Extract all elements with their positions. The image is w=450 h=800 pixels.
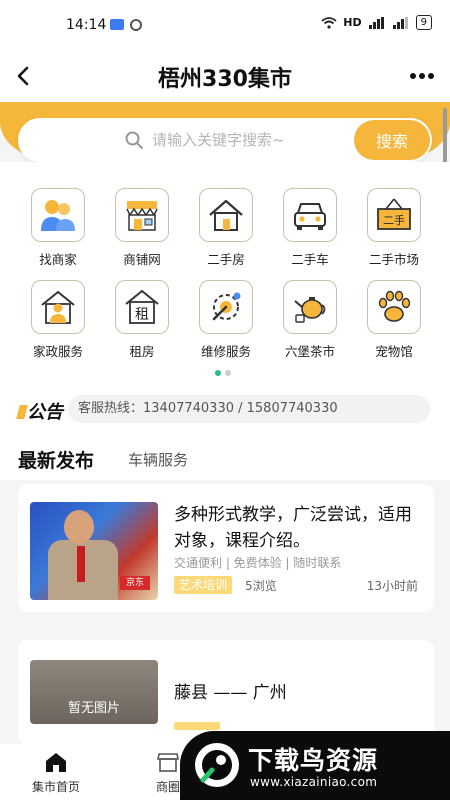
house-icon: [199, 188, 253, 242]
notice-logo: 公告: [16, 398, 63, 424]
listing-title: 多种形式教学，广泛尝试，适用对象，课程介绍。: [174, 505, 412, 551]
car-icon: [283, 188, 337, 242]
category-label: 找商家: [39, 252, 77, 267]
chat-notification-icon: [130, 19, 142, 31]
photo-person-tie: [77, 546, 85, 582]
nav-home-label: 集市首页: [31, 780, 80, 794]
listing-category-badge: [174, 722, 220, 730]
listing-title: 藤县 —— 广州: [174, 683, 287, 703]
category-label: 二手车: [291, 252, 329, 267]
listing-thumbnail: 京东: [30, 502, 158, 600]
wifi-icon: [321, 16, 337, 29]
photo-person-head: [64, 510, 94, 544]
listing-tags: 交通便利 | 免费体验 | 随时联系: [174, 556, 342, 570]
listing-category-badge: 艺术培训: [174, 576, 233, 594]
category-label: 六堡茶市: [284, 344, 335, 359]
search-bar: 搜索: [18, 118, 432, 162]
category-secondhand-market[interactable]: 二手 二手市场: [352, 188, 436, 268]
housekeeper-icon: [31, 280, 85, 334]
listing-tabs: 最新发布 车辆服务: [0, 434, 450, 480]
category-panel: 找商家 商铺网 二手房 二手车 二手 二手市场 家政服务 租 租房 维修服务 六…: [0, 162, 450, 386]
category-label: 二手市场: [368, 252, 419, 267]
no-image-label: 暂无图片: [67, 701, 120, 716]
category-rent[interactable]: 租 租房: [100, 280, 184, 360]
tab-vehicle-services[interactable]: 车辆服务: [128, 449, 188, 470]
listing-time: 13小时前: [366, 579, 418, 593]
network-label: HD: [343, 16, 362, 29]
carousel-indicator: [215, 370, 231, 376]
teapot-icon: [283, 280, 337, 334]
watermark-overlay: 下载鸟资源 www.xiazainiao.com: [180, 731, 450, 800]
photo-badge: 京东: [120, 576, 150, 590]
nav-bar: 梧州330集市: [0, 50, 450, 102]
category-find-merchant[interactable]: 找商家: [16, 188, 100, 268]
app-notification-icon: [110, 19, 124, 30]
category-secondhand-house[interactable]: 二手房: [184, 188, 268, 268]
nav-home[interactable]: 集市首页: [26, 750, 86, 795]
status-notification-icons: [110, 19, 142, 31]
watermark-url: www.xiazainiao.com: [250, 775, 378, 789]
carousel-dot-active[interactable]: [215, 370, 221, 376]
notice-text[interactable]: 客服热线：13407740330 / 15807740330: [68, 395, 430, 423]
secondhand-sign-icon: 二手: [367, 188, 421, 242]
category-label: 二手房: [207, 252, 245, 267]
search-icon: [125, 131, 143, 149]
signal-2-icon: [392, 16, 408, 29]
search-input[interactable]: [152, 128, 352, 152]
watermark-text: 下载鸟资源: [248, 746, 379, 775]
listing-card[interactable]: 暂无图片 藤县 —— 广州: [18, 640, 434, 744]
status-bar: 14:14 HD 9: [0, 0, 450, 50]
page-title: 梧州330集市: [158, 67, 292, 92]
battery-icon: 9: [415, 15, 432, 30]
people-icon: [31, 188, 85, 242]
home-icon: [46, 753, 66, 772]
listing-views: 5浏览: [245, 579, 277, 593]
category-pet-store[interactable]: 宠物馆: [352, 280, 436, 360]
category-label: 商铺网: [123, 252, 161, 267]
paw-icon: [367, 280, 421, 334]
category-label: 维修服务: [200, 344, 251, 359]
bird-logo-icon: [195, 743, 239, 787]
category-label: 宠物馆: [375, 344, 413, 359]
status-right-icons: HD 9: [321, 15, 432, 30]
category-label: 家政服务: [32, 344, 83, 359]
category-tea-market[interactable]: 六堡茶市: [268, 280, 352, 360]
rent-house-icon: 租: [115, 280, 169, 334]
more-options-icon[interactable]: [408, 62, 436, 90]
category-housekeeping[interactable]: 家政服务: [16, 280, 100, 360]
category-label: 租房: [129, 344, 155, 359]
category-secondhand-car[interactable]: 二手车: [268, 188, 352, 268]
carousel-dot[interactable]: [225, 370, 231, 376]
category-shop-network[interactable]: 商铺网: [100, 188, 184, 268]
tab-latest[interactable]: 最新发布: [18, 446, 94, 473]
repair-tools-icon: [199, 280, 253, 334]
notice-bar: 公告 客服热线：13407740330 / 15807740330: [0, 386, 450, 434]
shop-icon: [157, 753, 179, 772]
listing-thumbnail-placeholder: 暂无图片: [30, 660, 158, 724]
signal-icon: [368, 16, 384, 29]
category-grid: 找商家 商铺网 二手房 二手车 二手 二手市场 家政服务 租 租房 维修服务 六…: [16, 188, 436, 360]
search-button[interactable]: 搜索: [354, 120, 430, 160]
listing-card[interactable]: 京东 多种形式教学，广泛尝试，适用对象，课程介绍。 交通便利 | 免费体验 | …: [18, 484, 434, 612]
notice-logo-text: 公告: [27, 402, 63, 423]
svg-text:二手: 二手: [383, 213, 405, 227]
category-repair[interactable]: 维修服务: [184, 280, 268, 360]
status-time: 14:14: [66, 17, 107, 33]
storefront-icon: [115, 188, 169, 242]
nav-business-circle-label: 商圈: [155, 780, 180, 794]
svg-text:租: 租: [135, 307, 149, 323]
